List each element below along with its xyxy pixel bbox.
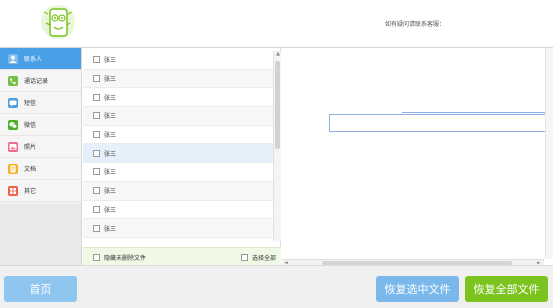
phone-icon	[8, 75, 18, 86]
restore-selected-button[interactable]: 恢复选中文件	[376, 276, 459, 302]
list-footer: 隐藏未删除文件 选择全部	[83, 247, 281, 266]
hide-undeleted-toggle[interactable]: 隐藏未删除文件	[93, 253, 146, 262]
sidebar-item-documents[interactable]: 文档	[0, 158, 81, 180]
row-label: 张三	[104, 57, 117, 65]
row-label: 张三	[104, 94, 117, 102]
home-button[interactable]: 首页	[4, 276, 77, 302]
sidebar-item-photos[interactable]: 照片	[0, 136, 81, 158]
sidebar-item-label: 微信	[24, 122, 37, 129]
row-checkbox[interactable]	[93, 168, 100, 176]
restore-all-button[interactable]: 恢复全部文件	[465, 276, 548, 302]
list-item[interactable]: 张三	[83, 201, 273, 220]
row-checkbox[interactable]	[93, 149, 100, 157]
sms-icon	[8, 97, 18, 108]
sidebar-item-label: 其它	[24, 188, 37, 195]
row-checkbox[interactable]	[93, 93, 100, 101]
list-item[interactable]: 张三	[83, 163, 273, 182]
main-area: 联系人 通话记录 短信 微信 照片 文档 其它 张三 张三 张三 张三 张三 张…	[0, 47, 553, 266]
row-label: 张三	[104, 225, 117, 233]
row-checkbox[interactable]	[93, 224, 100, 232]
sidebar-item-label: 文档	[24, 166, 37, 173]
select-all-toggle[interactable]: 选择全部	[240, 253, 276, 262]
row-checkbox[interactable]	[93, 56, 100, 64]
preview-vertical-scrollbar[interactable]	[545, 48, 553, 259]
list-item[interactable]: 张三	[83, 219, 273, 238]
scrollbar-thumb[interactable]	[275, 61, 280, 149]
sidebar-item-label: 短信	[24, 100, 37, 107]
list-item[interactable]: 张三	[83, 107, 273, 126]
file-list-panel: 张三 张三 张三 张三 张三 张三 张三 张三 张三 张三 ▲ 隐藏未删除文件 …	[83, 48, 281, 266]
photo-icon	[8, 141, 18, 152]
list-item[interactable]: 张三	[83, 51, 273, 70]
row-checkbox[interactable]	[93, 187, 100, 195]
preview-content-box	[329, 114, 549, 132]
row-checkbox[interactable]	[93, 75, 100, 83]
row-label: 张三	[104, 169, 117, 177]
sidebar-item-contacts[interactable]: 联系人	[0, 48, 81, 70]
sidebar-item-other[interactable]: 其它	[0, 180, 81, 202]
category-sidebar: 联系人 通话记录 短信 微信 照片 文档 其它	[0, 48, 82, 266]
file-list: 张三 张三 张三 张三 张三 张三 张三 张三 张三 张三	[83, 51, 273, 238]
row-label: 张三	[104, 132, 117, 140]
app-logo	[38, 3, 78, 41]
header: 如有疑问请联系客服：	[0, 0, 553, 47]
list-scrollbar[interactable]: ▲	[273, 51, 281, 241]
row-checkbox[interactable]	[93, 205, 100, 213]
sidebar-item-label: 通话记录	[24, 78, 49, 85]
select-all-checkbox[interactable]	[240, 253, 248, 261]
select-all-label: 选择全部	[251, 254, 276, 262]
row-label: 张三	[104, 206, 117, 214]
hide-undeleted-checkbox[interactable]	[93, 253, 100, 261]
row-label: 张三	[104, 76, 117, 84]
sidebar-item-sms[interactable]: 短信	[0, 92, 81, 114]
list-item[interactable]: 张三	[83, 88, 273, 108]
preview-panel: ◄ ►	[282, 48, 553, 266]
row-checkbox[interactable]	[93, 131, 100, 139]
row-checkbox[interactable]	[93, 112, 100, 120]
contact-text: 如有疑问请联系客服：	[385, 21, 446, 28]
sidebar-item-wechat[interactable]: 微信	[0, 114, 81, 136]
sidebar-empty-area	[0, 204, 81, 266]
preview-divider	[402, 112, 550, 113]
list-item[interactable]: 张三	[83, 181, 273, 201]
row-label: 张三	[104, 188, 117, 196]
sidebar-item-call-log[interactable]: 通话记录	[0, 70, 81, 92]
contact-icon	[8, 53, 18, 64]
list-item[interactable]: 张三	[83, 69, 273, 89]
document-icon	[8, 163, 18, 174]
sidebar-item-label: 照片	[24, 144, 37, 151]
other-icon	[8, 185, 18, 196]
hide-undeleted-label: 隐藏未删除文件	[104, 254, 147, 262]
list-item[interactable]: 张三	[83, 126, 273, 145]
sidebar-item-label: 联系人	[24, 56, 43, 63]
list-item[interactable]: 张三	[83, 144, 273, 164]
row-label: 张三	[104, 150, 117, 158]
footer-bar: 首页 恢复选中文件 恢复全部文件	[0, 265, 553, 308]
row-label: 张三	[104, 113, 117, 121]
scroll-up-icon[interactable]: ▲	[275, 51, 281, 57]
wechat-icon	[8, 119, 18, 130]
